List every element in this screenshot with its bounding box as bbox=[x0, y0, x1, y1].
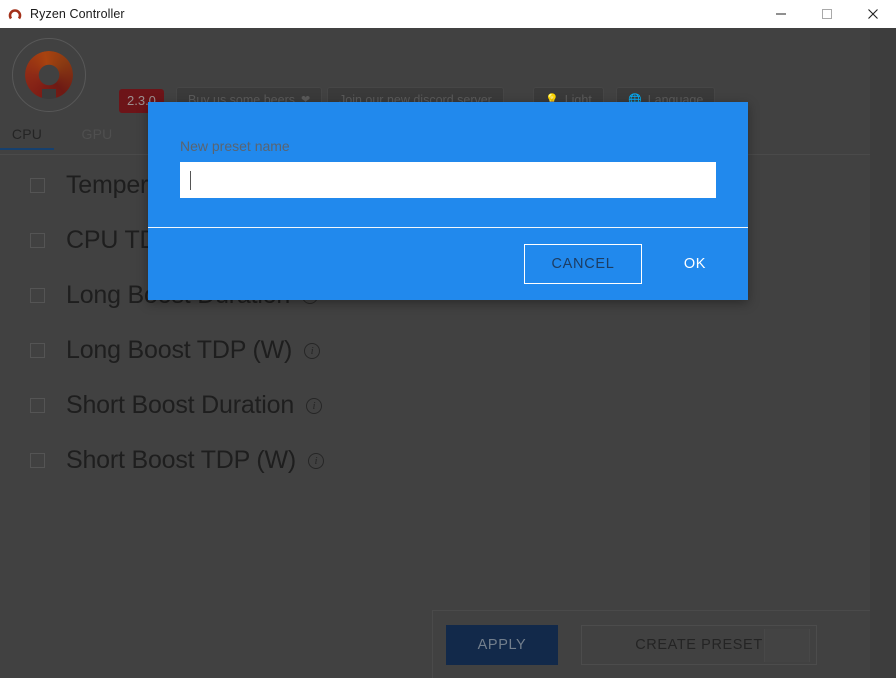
maximize-button[interactable] bbox=[804, 0, 850, 28]
right-rail bbox=[870, 28, 896, 678]
footer-actions: APPLY CREATE PRESET bbox=[432, 610, 870, 678]
settings-row-short-boost-duration[interactable]: Short Boost Duration i bbox=[0, 378, 840, 433]
window-title: Ryzen Controller bbox=[30, 7, 125, 21]
app-window: Ryzen Controller 2.3.0 Buy us some beers bbox=[0, 0, 896, 678]
tab-cpu[interactable]: CPU bbox=[0, 126, 54, 150]
label-short-boost-duration: Short Boost Duration bbox=[66, 391, 295, 419]
window-titlebar: Ryzen Controller bbox=[0, 0, 896, 28]
checkbox-temperature-limit[interactable] bbox=[30, 178, 45, 193]
new-preset-name-label: New preset name bbox=[180, 138, 290, 154]
minimize-button[interactable] bbox=[758, 0, 804, 28]
app-body: 2.3.0 Buy us some beers ❤ Join our new d… bbox=[0, 28, 896, 678]
checkbox-cpu-tdp[interactable] bbox=[30, 233, 45, 248]
dialog-body: New preset name bbox=[148, 102, 748, 227]
info-icon-short-boost-duration[interactable]: i bbox=[306, 397, 323, 414]
label-short-boost-tdp: Short Boost TDP (W) bbox=[66, 446, 297, 474]
checkbox-short-boost-tdp[interactable] bbox=[30, 453, 45, 468]
ryzen-logo-icon bbox=[7, 6, 23, 22]
apply-button[interactable]: APPLY bbox=[446, 624, 558, 665]
tab-gpu[interactable]: GPU bbox=[70, 126, 124, 150]
ok-button[interactable]: OK bbox=[672, 244, 718, 284]
create-preset-label: CREATE PRESET bbox=[635, 636, 763, 653]
label-long-boost-tdp: Long Boost TDP (W) bbox=[66, 336, 293, 364]
new-preset-name-input[interactable] bbox=[180, 162, 716, 198]
new-preset-dialog: New preset name CANCEL OK bbox=[148, 102, 748, 300]
window-controls bbox=[758, 0, 896, 28]
cancel-button[interactable]: CANCEL bbox=[524, 244, 642, 284]
info-icon-long-boost-tdp[interactable]: i bbox=[304, 342, 321, 359]
settings-row-short-boost-tdp[interactable]: Short Boost TDP (W) i bbox=[0, 433, 840, 488]
settings-row-long-boost-tdp[interactable]: Long Boost TDP (W) i bbox=[0, 323, 840, 378]
checkbox-long-boost-tdp[interactable] bbox=[30, 343, 45, 358]
dialog-actions: CANCEL OK bbox=[148, 228, 748, 300]
info-icon-short-boost-tdp[interactable]: i bbox=[308, 452, 325, 469]
checkbox-short-boost-duration[interactable] bbox=[30, 398, 45, 413]
ryzen-controller-logo bbox=[12, 38, 86, 112]
create-preset-button[interactable]: CREATE PRESET bbox=[581, 624, 817, 665]
preset-select-ghost[interactable] bbox=[764, 628, 810, 662]
close-button[interactable] bbox=[850, 0, 896, 28]
checkbox-long-boost-duration[interactable] bbox=[30, 288, 45, 303]
text-caret bbox=[190, 170, 191, 190]
